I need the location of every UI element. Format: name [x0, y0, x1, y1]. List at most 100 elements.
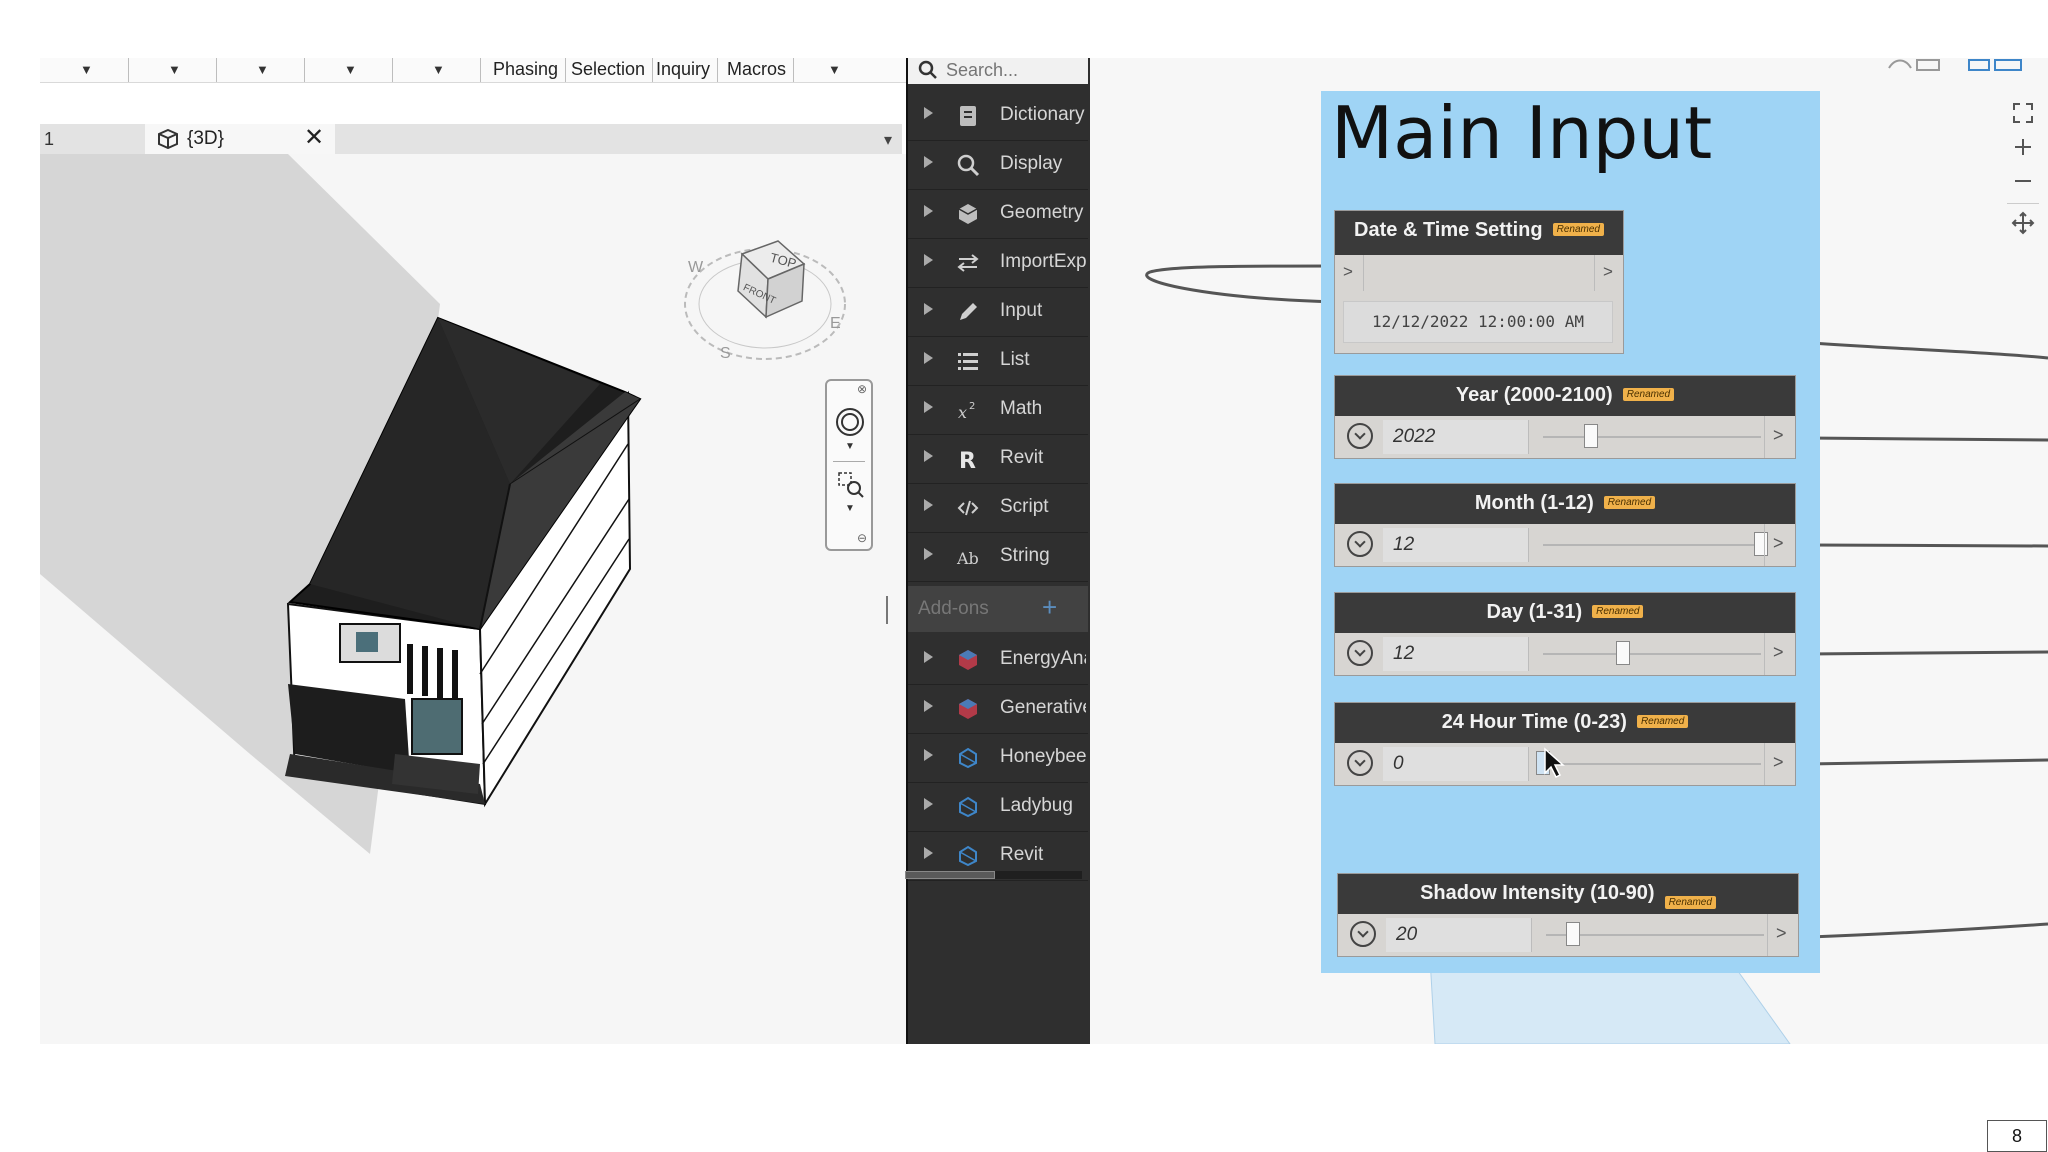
dictionary-icon	[960, 106, 976, 126]
library-item-math[interactable]: x2 Math	[908, 386, 1088, 435]
search-input[interactable]	[946, 58, 1081, 82]
chevron-down-icon[interactable]	[1347, 640, 1373, 666]
output-port[interactable]: >	[1594, 255, 1623, 291]
library-scrollbar-thumb[interactable]	[905, 871, 995, 879]
view-tab-3d[interactable]: {3D} ✕	[145, 124, 335, 154]
month-slider-node[interactable]: Month (1-12) Renamed 12 >	[1335, 484, 1795, 566]
ribbon-dropdown-2[interactable]: ▼	[128, 58, 217, 82]
view-tab-index[interactable]: 1	[40, 124, 145, 154]
library-list: Dictionary Display Geometry ImportExport…	[908, 92, 1088, 881]
tab-menu-icon[interactable]: ▾	[884, 130, 892, 150]
library-item-dictionary[interactable]: Dictionary	[908, 92, 1088, 141]
compass-west-label[interactable]: W	[688, 259, 703, 277]
ribbon-tab-macros[interactable]: Macros	[720, 58, 795, 82]
slider-track[interactable]	[1543, 641, 1761, 665]
library-item-geometry[interactable]: Geometry	[908, 190, 1088, 239]
library-item-string[interactable]: Ab String	[908, 533, 1088, 582]
steering-wheel-icon[interactable]	[835, 407, 865, 437]
graph-view-toggle-icon[interactable]	[1965, 58, 2025, 74]
close-icon[interactable]: ✕	[304, 124, 324, 152]
compass-south-label[interactable]: S	[720, 345, 731, 363]
node-header[interactable]: Month (1-12) Renamed	[1335, 484, 1795, 524]
expand-arrow-icon	[924, 401, 933, 413]
library-item-importexport[interactable]: ImportExport	[908, 239, 1088, 288]
day-slider-node[interactable]: Day (1-31) Renamed 12 >	[1335, 593, 1795, 675]
ribbon-dropdown-4[interactable]: ▼	[304, 58, 393, 82]
zoom-to-fit-icon[interactable]	[2011, 101, 2035, 125]
geometry-view-toggle-icon[interactable]	[1885, 58, 1945, 74]
node-header[interactable]: Date & Time Setting Renamed	[1335, 211, 1623, 255]
compass-east-label[interactable]: E	[830, 315, 841, 333]
node-title: Year (2000-2100)	[1455, 384, 1613, 406]
ribbon-dropdown-6[interactable]: ▼	[792, 58, 880, 82]
library-item-ladybug[interactable]: Ladybug	[908, 783, 1088, 832]
group-title[interactable]: Main Input	[1331, 91, 1712, 175]
slider-value-field[interactable]: 20	[1386, 918, 1532, 952]
ribbon-dropdown-3[interactable]: ▼	[216, 58, 305, 82]
dynamo-canvas[interactable]: Main Input Date & Time Setting Renamed > …	[1090, 58, 2048, 1044]
node-header[interactable]: Shadow Intensity (10-90) Renamed	[1338, 874, 1798, 914]
ribbon-dropdown-1[interactable]: ▼	[40, 58, 129, 82]
library-item-script[interactable]: Script	[908, 484, 1088, 533]
pan-move-icon[interactable]	[2011, 211, 2035, 235]
chevron-down-icon[interactable]	[1347, 423, 1373, 449]
expand-arrow-icon	[924, 798, 933, 810]
view-splitter[interactable]	[886, 596, 888, 624]
zoom-in-icon[interactable]	[2011, 135, 2035, 159]
input-port[interactable]: >	[1335, 255, 1364, 291]
viewcube[interactable]: TOP FRONT W S E	[680, 219, 850, 369]
package-blue-icon	[959, 796, 977, 818]
slider-thumb[interactable]	[1615, 641, 1630, 665]
slider-track[interactable]	[1536, 751, 1761, 775]
chevron-down-icon[interactable]: ▼	[845, 503, 855, 514]
chevron-down-icon[interactable]	[1347, 531, 1373, 557]
close-icon[interactable]: ⊗	[857, 382, 867, 396]
library-item-revit[interactable]: R Revit	[908, 435, 1088, 484]
add-package-icon[interactable]: +	[1042, 592, 1057, 623]
node-header[interactable]: Year (2000-2100) Renamed	[1335, 376, 1795, 416]
ribbon-tab-inquiry[interactable]: Inquiry	[649, 58, 719, 82]
chevron-down-icon[interactable]	[1347, 750, 1373, 776]
chevron-down-icon[interactable]	[1350, 921, 1376, 947]
main-input-group[interactable]: Main Input Date & Time Setting Renamed > …	[1321, 91, 1820, 973]
zoom-region-icon[interactable]	[837, 471, 865, 499]
year-slider-node[interactable]: Year (2000-2100) Renamed 2022 >	[1335, 376, 1795, 458]
shadow-intensity-slider-node[interactable]: Shadow Intensity (10-90) Renamed 20 >	[1338, 874, 1798, 956]
ribbon-dropdown-5[interactable]: ▼	[392, 58, 481, 82]
library-item-honeybee[interactable]: Honeybee	[908, 734, 1088, 783]
library-item-list[interactable]: List	[908, 337, 1088, 386]
node-header[interactable]: 24 Hour Time (0-23) Renamed	[1335, 703, 1795, 743]
slider-track[interactable]	[1546, 922, 1764, 946]
ribbon-tab-phasing[interactable]: Phasing	[486, 58, 567, 82]
output-port[interactable]: >	[1767, 914, 1798, 956]
revit-ribbon: ▼ ▼ ▼ ▼ ▼ Phasing Selection Inquiry Macr…	[40, 58, 906, 83]
slider-value-field[interactable]: 12	[1383, 637, 1529, 671]
slider-thumb[interactable]	[1583, 424, 1598, 448]
nav-bar-options-icon[interactable]: ⊖	[857, 531, 867, 545]
slider-track[interactable]	[1543, 424, 1761, 448]
hour-slider-node[interactable]: 24 Hour Time (0-23) Renamed 0 >	[1335, 703, 1795, 785]
zoom-out-icon[interactable]	[2011, 169, 2035, 193]
library-item-generative[interactable]: Generative	[908, 685, 1088, 734]
datetime-node[interactable]: Date & Time Setting Renamed > > 12/12/202…	[1335, 211, 1623, 353]
output-port[interactable]: >	[1764, 743, 1795, 785]
output-port[interactable]: >	[1764, 416, 1795, 458]
library-scrollbar[interactable]	[905, 871, 1082, 879]
slider-track[interactable]	[1543, 532, 1768, 556]
renamed-badge: Renamed	[1664, 896, 1716, 909]
slider-value-field[interactable]: 0	[1383, 747, 1529, 781]
svg-text:R: R	[959, 449, 976, 471]
chevron-down-icon[interactable]: ▼	[845, 441, 855, 452]
ribbon-tab-selection[interactable]: Selection	[564, 58, 654, 82]
slider-thumb[interactable]	[1566, 922, 1581, 946]
output-port[interactable]: >	[1764, 633, 1795, 675]
library-item-input[interactable]: Input	[908, 288, 1088, 337]
script-code-icon	[957, 500, 979, 516]
3d-viewport[interactable]: TOP FRONT W S E ⊗ ▼ ▼ ⊖	[40, 154, 906, 1044]
output-port[interactable]: >	[1764, 524, 1795, 566]
slider-value-field[interactable]: 2022	[1383, 420, 1529, 454]
slider-value-field[interactable]: 12	[1383, 528, 1529, 562]
library-item-display[interactable]: Display	[908, 141, 1088, 190]
library-item-energyanalysis[interactable]: EnergyAnalysis	[908, 636, 1088, 685]
node-header[interactable]: Day (1-31) Renamed	[1335, 593, 1795, 633]
